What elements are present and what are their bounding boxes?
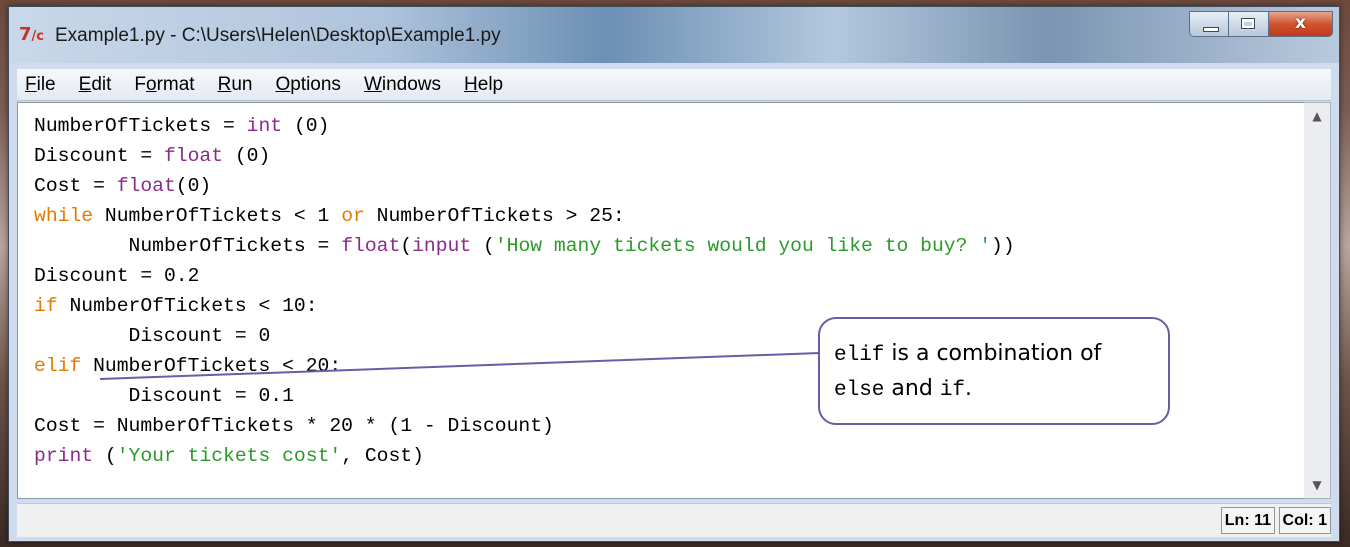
code-token: NumberOfTickets < 20: <box>81 355 342 377</box>
code-token: while <box>34 205 94 227</box>
code-line: NumberOfTickets = int (0) <box>34 111 1015 141</box>
window-title: Example1.py - C:\Users\Helen\Desktop\Exa… <box>55 25 501 46</box>
code-token: Discount = <box>34 145 164 167</box>
code-token: Cost = NumberOfTickets * 20 * (1 - Disco… <box>34 415 554 437</box>
code-line: while NumberOfTickets < 1 or NumberOfTic… <box>34 201 1015 231</box>
code-line: Cost = float(0) <box>34 171 1015 201</box>
minimize-icon <box>1203 27 1219 32</box>
code-token: ( <box>93 445 117 467</box>
code-token: 'Your tickets cost' <box>116 445 342 467</box>
code-line: Discount = 0.2 <box>34 261 1015 291</box>
callout-line-1: elif is a combination of <box>834 337 1168 372</box>
menu-file[interactable]: File <box>25 74 56 96</box>
callout-code-if: if <box>939 379 966 402</box>
code-token: , Cost) <box>341 445 424 467</box>
callout-line-2: else and if. <box>834 372 1168 407</box>
code-token: NumberOfTickets = <box>34 115 247 137</box>
idle-editor-window: 7/c Example1.py - C:\Users\Helen\Desktop… <box>8 6 1340 542</box>
code-token: NumberOfTickets > 25: <box>364 205 625 227</box>
code-token: Discount = 0 <box>34 325 271 347</box>
code-token: float <box>341 235 401 257</box>
callout-text-end: . <box>965 376 973 401</box>
code-token: (0) <box>175 175 212 197</box>
status-bar: Ln: 11 Col: 1 <box>17 503 1331 537</box>
vertical-scrollbar[interactable]: ▲ ▼ <box>1304 102 1331 499</box>
annotation-callout: elif is a combination of else and if. <box>818 317 1170 425</box>
menu-edit[interactable]: Edit <box>79 74 112 96</box>
callout-code-elif: elif <box>834 344 885 367</box>
code-token: Discount = 0.2 <box>34 265 200 287</box>
code-token: Discount = 0.1 <box>34 385 294 407</box>
menu-help[interactable]: Help <box>464 74 503 96</box>
scroll-up-icon[interactable]: ▲ <box>1306 105 1328 127</box>
code-token: NumberOfTickets < 1 <box>93 205 342 227</box>
python-idle-icon: 7/c <box>19 24 44 45</box>
window-controls: x <box>1189 11 1333 37</box>
code-token: float <box>163 145 224 167</box>
column-number-indicator: Col: 1 <box>1278 507 1331 534</box>
code-token: ( <box>471 235 495 257</box>
code-token: ( <box>400 235 413 257</box>
code-token: elif <box>34 355 82 377</box>
code-token: Cost = <box>34 175 117 197</box>
minimize-button[interactable] <box>1189 11 1229 37</box>
code-token: )) <box>991 235 1015 257</box>
menu-format[interactable]: Format <box>134 74 194 96</box>
code-token: NumberOfTickets = <box>34 235 342 257</box>
maximize-icon <box>1241 18 1255 29</box>
code-editor[interactable]: NumberOfTickets = int (0) Discount = floa… <box>17 102 1313 499</box>
code-line: NumberOfTickets = float(input ('How many… <box>34 231 1015 261</box>
code-token: input <box>412 235 472 257</box>
code-token: (0) <box>223 145 271 167</box>
code-token: (0) <box>282 115 330 137</box>
code-token: NumberOfTickets < 10: <box>57 295 318 317</box>
menu-run[interactable]: Run <box>218 74 253 96</box>
close-button[interactable]: x <box>1269 11 1333 37</box>
code-line: print ('Your tickets cost', Cost) <box>34 441 1015 471</box>
title-bar[interactable]: 7/c Example1.py - C:\Users\Helen\Desktop… <box>9 7 1339 63</box>
code-token: 'How many tickets would you like to buy?… <box>494 235 992 257</box>
code-token: or <box>341 205 365 227</box>
code-line: Discount = float (0) <box>34 141 1015 171</box>
code-token: float <box>116 175 176 197</box>
maximize-button[interactable] <box>1229 11 1269 37</box>
callout-code-else: else <box>834 379 885 402</box>
callout-text-and: and <box>884 376 940 401</box>
menu-windows[interactable]: Windows <box>364 74 441 96</box>
menu-options[interactable]: Options <box>275 74 340 96</box>
menu-bar: File Edit Format Run Options Windows Help <box>17 69 1331 101</box>
line-number-indicator: Ln: 11 <box>1220 507 1275 534</box>
close-icon: x <box>1295 13 1306 33</box>
callout-text-1: is a combination of <box>884 341 1102 366</box>
scroll-down-icon[interactable]: ▼ <box>1306 474 1328 496</box>
code-token: if <box>34 295 58 317</box>
code-token: int <box>246 115 283 137</box>
code-token: print <box>34 445 94 467</box>
